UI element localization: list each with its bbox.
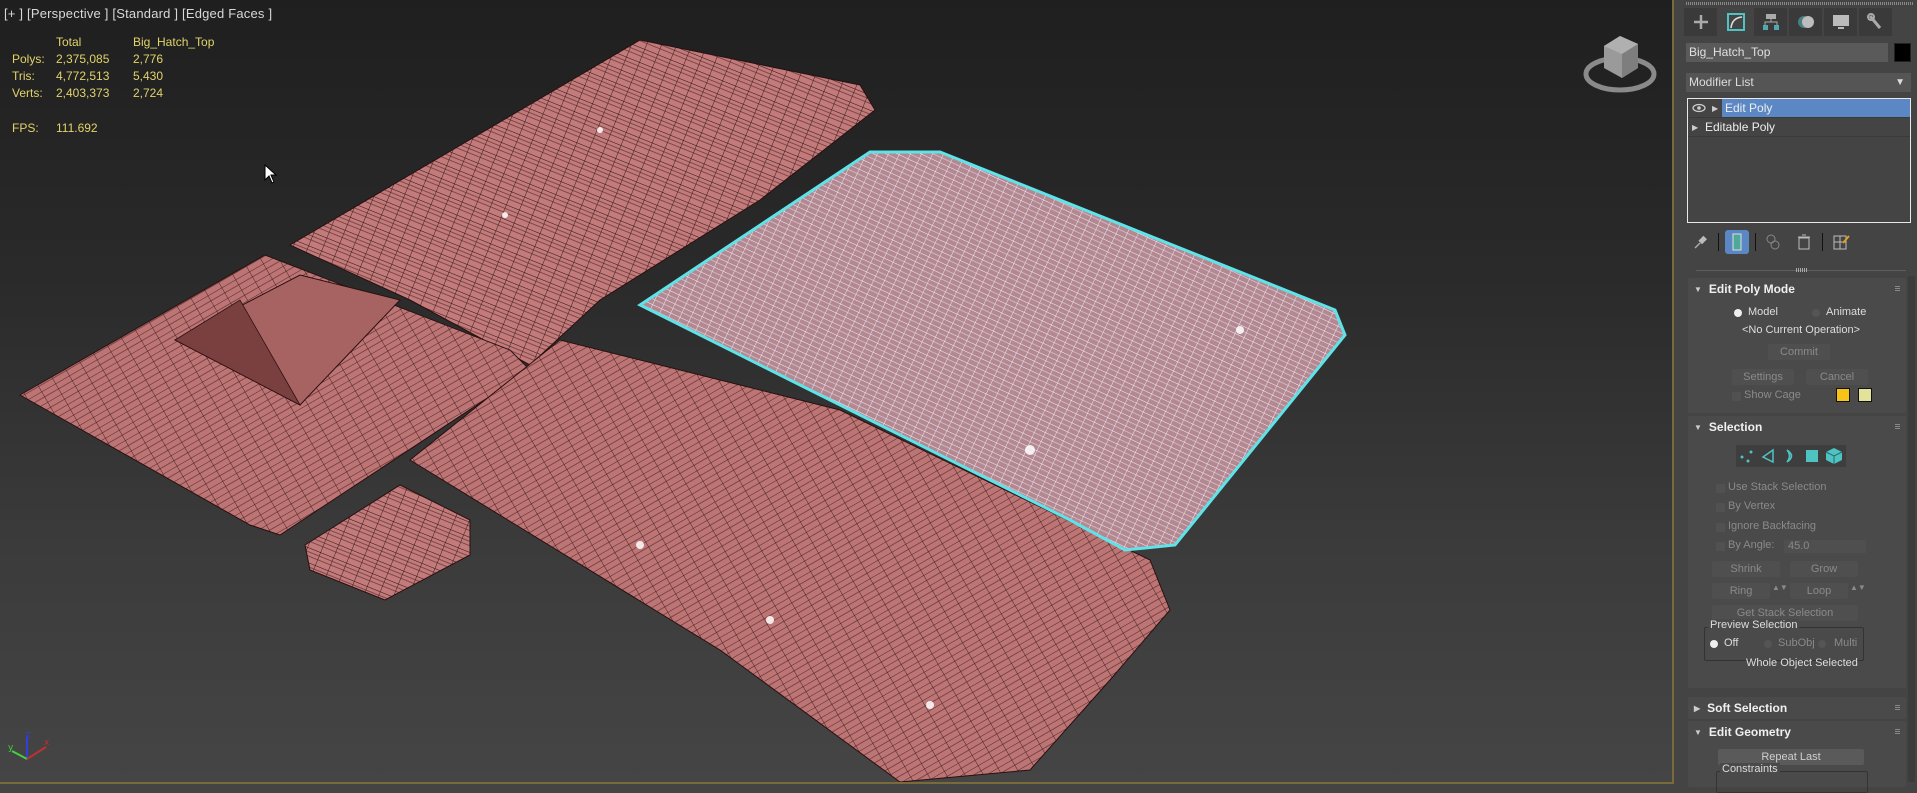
ignore-backfacing-checkbox[interactable] xyxy=(1716,523,1725,532)
trash-icon xyxy=(1798,234,1810,250)
show-cage-checkbox[interactable] xyxy=(1732,392,1741,401)
object-color-swatch[interactable] xyxy=(1894,43,1911,62)
command-panel-tabs xyxy=(1684,8,1892,36)
rollout-edit-geometry: ▼ Edit Geometry Repeat Last Constraints xyxy=(1688,721,1906,793)
loop-spinner-icon[interactable]: ▲▼ xyxy=(1850,583,1866,592)
show-end-result-icon xyxy=(1732,233,1742,251)
remove-modifier-button[interactable] xyxy=(1792,230,1816,254)
stack-item-edit-poly[interactable]: ▶ Edit Poly xyxy=(1688,99,1910,118)
expand-triangle-icon[interactable]: ▶ xyxy=(1712,104,1722,113)
stack-item-editable-poly[interactable]: ▶ Editable Poly xyxy=(1688,118,1910,137)
command-panel: Big_Hatch_Top Modifier List ▼ ▶ Edit Poly… xyxy=(1678,0,1917,793)
tab-motion[interactable] xyxy=(1789,8,1822,36)
commit-button[interactable]: Commit xyxy=(1768,344,1830,360)
rollout-header-soft-selection[interactable]: ▶ Soft Selection xyxy=(1688,697,1906,719)
radio-animate[interactable] xyxy=(1812,309,1820,317)
viewcube-icon[interactable] xyxy=(1582,26,1658,96)
pin-stack-button[interactable] xyxy=(1688,230,1712,254)
fps-readout: FPS: 111.692 xyxy=(12,121,98,135)
svg-text:z: z xyxy=(26,730,31,740)
expand-triangle-icon[interactable]: ▶ xyxy=(1692,123,1702,132)
configure-sets-icon xyxy=(1833,235,1850,250)
rollout-selection: ▼ Selection Use Stack Selection By Vertex… xyxy=(1688,416,1906,688)
plus-icon xyxy=(1693,15,1708,29)
stats-row-tris: Tris: 4,772,513 5,430 xyxy=(12,69,164,83)
rollout-edit-poly-mode: ▼ Edit Poly Mode Model Animate <No Curren… xyxy=(1688,278,1906,413)
subobject-level-toolbar xyxy=(1736,445,1846,467)
hierarchy-icon xyxy=(1762,14,1779,30)
make-unique-icon xyxy=(1766,234,1780,250)
stats-row-verts: Verts: 2,403,373 2,724 xyxy=(12,86,164,100)
svg-text:x: x xyxy=(44,738,50,748)
use-stack-selection-checkbox[interactable] xyxy=(1716,484,1725,493)
panel-grip[interactable] xyxy=(1686,2,1914,5)
stats-header-object: Big_Hatch_Top xyxy=(133,35,215,49)
vertex-mode-icon[interactable] xyxy=(1739,448,1755,464)
grow-button[interactable]: Grow xyxy=(1790,561,1858,577)
axis-tripod-icon: z y x xyxy=(8,730,50,760)
configure-modifier-sets-button[interactable] xyxy=(1829,230,1853,254)
chevron-down-icon: ▼ xyxy=(1895,77,1905,88)
pin-icon xyxy=(1694,235,1707,249)
polygon-mode-icon[interactable] xyxy=(1804,448,1820,464)
modifier-stack[interactable]: ▶ Edit Poly ▶ Editable Poly xyxy=(1687,98,1911,223)
settings-button[interactable]: Settings xyxy=(1732,369,1794,385)
radio-preview-subobj[interactable] xyxy=(1764,640,1772,648)
collapse-triangle-icon: ▼ xyxy=(1694,727,1702,737)
stats-overlay: Total Big_Hatch_Top Polys: 2,375,085 2,776 … xyxy=(12,35,214,103)
rollout-soft-selection: ▶ Soft Selection xyxy=(1688,697,1906,719)
perspective-viewport[interactable]: [+ ] [Perspective ] [Standard ] [Edged F… xyxy=(0,0,1674,784)
object-name-field[interactable]: Big_Hatch_Top xyxy=(1686,43,1888,62)
stack-toolbar xyxy=(1688,230,1853,254)
by-vertex-checkbox[interactable] xyxy=(1716,503,1725,512)
tab-utilities[interactable] xyxy=(1859,8,1892,36)
collapse-triangle-icon: ▼ xyxy=(1694,284,1702,294)
collapse-triangle-icon: ▼ xyxy=(1694,422,1702,432)
ring-button[interactable]: Ring xyxy=(1712,583,1770,599)
eye-icon[interactable] xyxy=(1692,103,1708,113)
make-unique-button[interactable] xyxy=(1762,230,1786,254)
loop-button[interactable]: Loop xyxy=(1790,583,1848,599)
display-icon xyxy=(1832,15,1849,29)
angle-spinner[interactable]: 45.0 xyxy=(1784,540,1866,553)
viewport-label[interactable]: [+ ] [Perspective ] [Standard ] [Edged F… xyxy=(4,6,272,21)
element-mode-icon[interactable] xyxy=(1825,447,1843,465)
edge-mode-icon[interactable] xyxy=(1760,448,1776,464)
tab-hierarchy[interactable] xyxy=(1754,8,1787,36)
svg-text:y: y xyxy=(8,743,14,753)
stats-row-polys: Polys: 2,375,085 2,776 xyxy=(12,52,164,66)
motion-icon xyxy=(1797,16,1814,28)
selection-status: Whole Object Selected xyxy=(1746,657,1858,669)
rollout-header-selection[interactable]: ▼ Selection xyxy=(1688,416,1906,438)
modifier-list-dropdown[interactable]: Modifier List ▼ xyxy=(1686,73,1911,92)
mouse-cursor-icon xyxy=(264,164,278,184)
ring-spinner-icon[interactable]: ▲▼ xyxy=(1772,583,1788,592)
rollout-header-edit-geometry[interactable]: ▼ Edit Geometry xyxy=(1688,721,1906,743)
tab-modify[interactable] xyxy=(1719,8,1752,36)
cage-color-swatch-2[interactable] xyxy=(1858,388,1872,402)
by-angle-checkbox[interactable] xyxy=(1716,542,1725,551)
modify-icon xyxy=(1726,13,1745,31)
scene-meshes[interactable] xyxy=(0,0,1672,782)
radio-model[interactable] xyxy=(1734,309,1742,317)
panel-scrollbar[interactable] xyxy=(1908,276,1915,782)
cage-color-swatch-1[interactable] xyxy=(1836,388,1850,402)
show-end-result-button[interactable] xyxy=(1725,230,1749,254)
panel-splitter[interactable] xyxy=(1796,268,1808,272)
shrink-button[interactable]: Shrink xyxy=(1712,561,1780,577)
tab-display[interactable] xyxy=(1824,8,1857,36)
cancel-button[interactable]: Cancel xyxy=(1806,369,1868,385)
radio-preview-off[interactable] xyxy=(1710,640,1718,648)
radio-preview-multi[interactable] xyxy=(1818,640,1826,648)
expand-triangle-icon: ▶ xyxy=(1694,703,1701,713)
wrench-icon xyxy=(1866,13,1881,29)
tab-create[interactable] xyxy=(1684,8,1717,36)
stats-header-total: Total xyxy=(56,35,82,49)
border-mode-icon[interactable] xyxy=(1782,448,1798,464)
current-operation-label: <No Current Operation> xyxy=(1742,324,1861,336)
rollout-header-edit-poly-mode[interactable]: ▼ Edit Poly Mode xyxy=(1688,278,1906,300)
